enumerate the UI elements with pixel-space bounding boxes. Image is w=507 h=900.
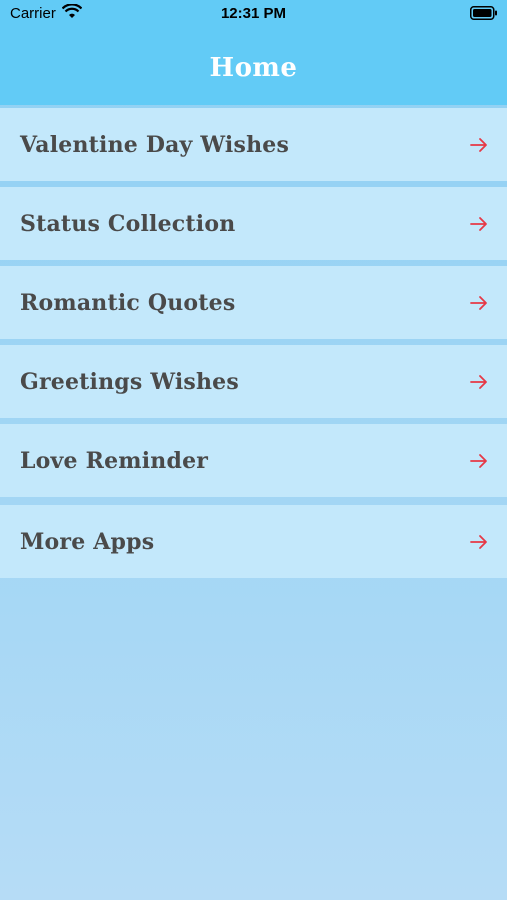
menu-item-status-collection[interactable]: Status Collection	[0, 187, 507, 260]
menu-item-label: More Apps	[20, 528, 155, 555]
menu-item-more-apps[interactable]: More Apps	[0, 505, 507, 578]
page-title: Home	[209, 52, 298, 83]
menu-item-label: Status Collection	[20, 210, 236, 237]
arrow-right-icon	[470, 295, 487, 310]
menu-item-greetings-wishes[interactable]: Greetings Wishes	[0, 345, 507, 418]
arrow-right-icon	[470, 374, 487, 389]
arrow-right-icon	[470, 137, 487, 152]
arrow-right-icon	[470, 216, 487, 231]
arrow-right-icon	[470, 534, 487, 549]
menu-item-romantic-quotes[interactable]: Romantic Quotes	[0, 266, 507, 339]
status-bar: Carrier 12:31 PM	[0, 0, 507, 30]
arrow-right-icon	[470, 453, 487, 468]
menu-item-label: Love Reminder	[20, 447, 209, 474]
navigation-bar: Home	[0, 30, 507, 105]
clock: 12:31 PM	[220, 5, 287, 22]
battery-icon	[470, 6, 498, 25]
menu-item-label: Greetings Wishes	[20, 368, 239, 395]
menu-item-valentine-day-wishes[interactable]: Valentine Day Wishes	[0, 108, 507, 181]
menu-item-label: Romantic Quotes	[20, 289, 236, 316]
menu-item-label: Valentine Day Wishes	[20, 131, 290, 158]
menu-item-love-reminder[interactable]: Love Reminder	[0, 424, 507, 497]
